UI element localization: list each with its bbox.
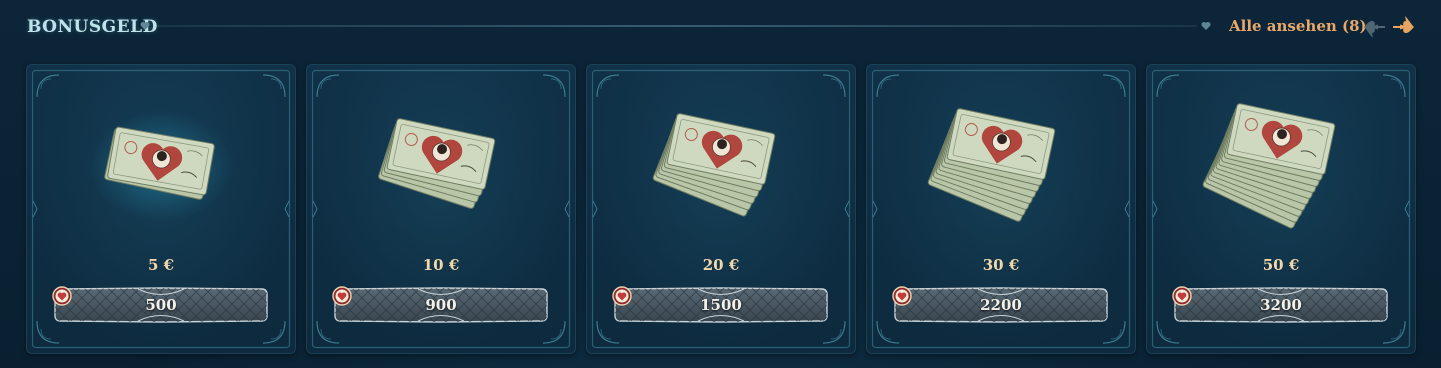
offer-amount: 5 € [147, 256, 175, 274]
heart-icon [1201, 22, 1211, 30]
offer-amount: 30 € [982, 256, 1020, 274]
banknote-stack-image [652, 113, 776, 217]
banknote-stack-image [927, 108, 1056, 222]
buy-button[interactable]: 900 [332, 286, 550, 324]
heart-coin-icon [52, 286, 72, 306]
buy-button[interactable]: 2200 [892, 286, 1110, 324]
offer-card[interactable]: 50 € 3200 [1146, 64, 1416, 354]
buy-button[interactable]: 500 [52, 286, 270, 324]
heart-coin-icon [1172, 286, 1192, 306]
offer-card[interactable]: 30 € 2200 [866, 64, 1136, 354]
banknote-stack-image [1202, 103, 1336, 229]
buy-button[interactable]: 1500 [612, 286, 830, 324]
buy-button[interactable]: 3200 [1172, 286, 1390, 324]
price-label: 500 [145, 296, 177, 314]
view-all-link[interactable]: Alle ansehen (8) [1229, 17, 1367, 35]
offer-card[interactable]: 5 € 500 [26, 64, 296, 354]
bonus-money-shop: BONUSGELD Alle ansehen (8) 5 € 500 10 € … [0, 0, 1441, 368]
header-divider [157, 25, 1197, 27]
section-title: BONUSGELD [27, 17, 158, 37]
price-label: 1500 [700, 296, 742, 314]
price-label: 900 [425, 296, 457, 314]
spade-arrow-right-icon[interactable] [1392, 14, 1418, 40]
heart-icon [140, 22, 150, 30]
price-label: 2200 [980, 296, 1022, 314]
banknote-stack-image [378, 118, 496, 209]
offer-amount: 50 € [1262, 256, 1300, 274]
banknote-stack-image [89, 111, 233, 221]
offer-list: 5 € 500 10 € 900 20 € 1500 30 € 2200 50 … [26, 64, 1418, 354]
heart-coin-icon [612, 286, 632, 306]
spade-arrow-left-icon[interactable] [1360, 14, 1386, 40]
price-label: 3200 [1260, 296, 1302, 314]
heart-coin-icon [892, 286, 912, 306]
offer-card[interactable]: 10 € 900 [306, 64, 576, 354]
section-header: BONUSGELD Alle ansehen (8) [0, 0, 1441, 58]
heart-coin-icon [332, 286, 352, 306]
offer-amount: 20 € [702, 256, 740, 274]
offer-amount: 10 € [422, 256, 460, 274]
offer-card[interactable]: 20 € 1500 [586, 64, 856, 354]
